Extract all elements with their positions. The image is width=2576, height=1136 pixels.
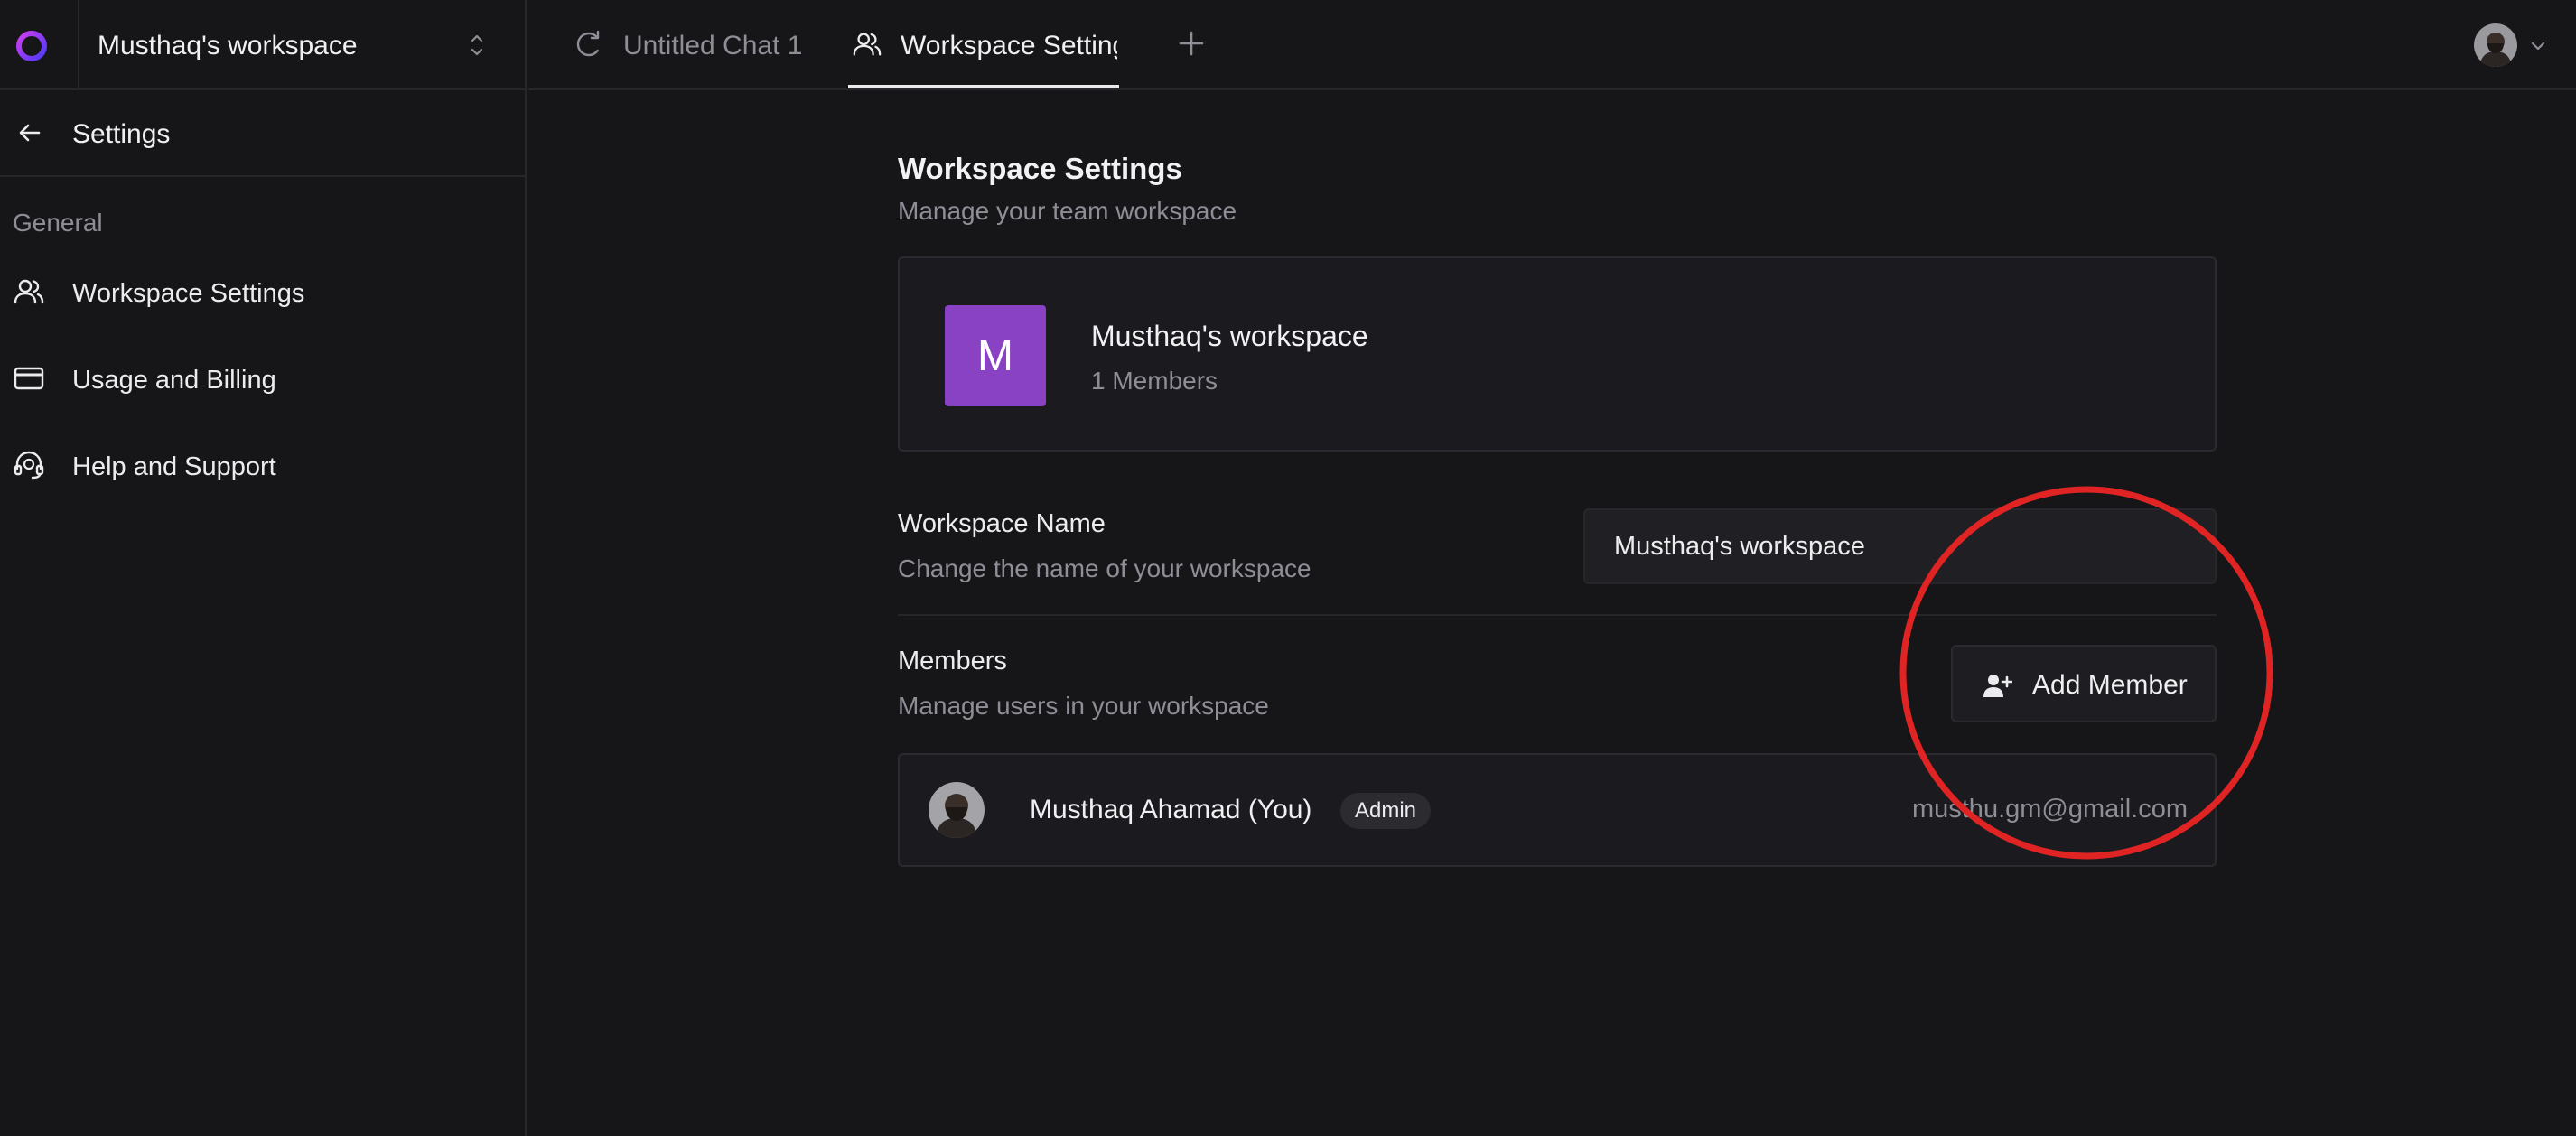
tab-label: Untitled Chat 1 — [623, 31, 803, 61]
workspace-name-input[interactable] — [1583, 508, 2217, 584]
sidebar-item-help-support[interactable]: Help and Support — [0, 431, 527, 503]
user-plus-icon — [1983, 675, 2012, 697]
members-label: Members — [898, 647, 1007, 675]
workspace-switcher[interactable]: Musthaq's workspace — [0, 0, 527, 90]
tab-bar: Untitled Chat 1 Workspace Settings — [528, 0, 2576, 90]
workspace-card-name: Musthaq's workspace — [1091, 320, 1368, 352]
workspace-name-description: Change the name of your workspace — [898, 554, 1311, 582]
app-window: Musthaq's workspace Settings General Wor… — [0, 0, 2576, 1136]
settings-title: Settings — [72, 119, 171, 149]
workspace-avatar: M — [945, 305, 1046, 406]
workspace-name: Musthaq's workspace — [98, 31, 358, 61]
members-description: Manage users in your workspace — [898, 692, 1269, 720]
add-member-label: Add Member — [2032, 670, 2188, 700]
sidebar-item-label: Workspace Settings — [72, 279, 305, 308]
page-title: Workspace Settings — [898, 152, 1182, 185]
member-name: Musthaq Ahamad (You) — [1030, 795, 1312, 824]
users-icon — [14, 279, 44, 304]
tab-untitled-chat[interactable]: Untitled Chat 1 — [574, 0, 845, 88]
workspace-card: M Musthaq's workspace 1 Members — [898, 256, 2217, 452]
credit-card-icon — [14, 367, 44, 390]
chevron-up-down-icon[interactable] — [464, 29, 490, 61]
app-logo-icon — [16, 31, 47, 61]
sidebar-item-label: Usage and Billing — [72, 366, 276, 395]
member-row: Musthaq Ahamad (You) Admin musthu.gm@gma… — [898, 753, 2217, 867]
section-divider — [898, 614, 2217, 616]
workspace-name-label: Workspace Name — [898, 509, 1106, 538]
sidebar: Musthaq's workspace Settings General Wor… — [0, 0, 527, 1136]
tab-workspace-settings[interactable]: Workspace Settings — [848, 0, 1119, 88]
plus-icon[interactable] — [1175, 27, 1208, 60]
logo-divider — [78, 0, 79, 90]
users-icon — [853, 33, 882, 56]
chat-refresh-icon — [576, 30, 600, 57]
section-label-general: General — [13, 209, 103, 237]
settings-back-button[interactable]: Settings — [0, 90, 527, 177]
member-avatar — [929, 782, 985, 838]
add-member-button[interactable]: Add Member — [1951, 645, 2217, 722]
headset-icon — [14, 451, 44, 480]
sidebar-item-usage-billing[interactable]: Usage and Billing — [0, 344, 527, 416]
tab-label: Workspace Settings — [901, 31, 1117, 61]
active-tab-indicator — [848, 85, 1119, 88]
arrow-left-icon[interactable] — [14, 117, 45, 148]
page-subtitle: Manage your team workspace — [898, 197, 1237, 225]
avatar-photo-icon — [929, 782, 985, 838]
avatar-photo-icon — [2474, 23, 2517, 67]
workspace-members-count: 1 Members — [1091, 367, 1218, 395]
chevron-down-icon[interactable] — [2528, 36, 2548, 56]
sidebar-item-workspace-settings[interactable]: Workspace Settings — [0, 257, 527, 330]
role-badge: Admin — [1340, 793, 1432, 829]
member-email: musthu.gm@gmail.com — [1911, 795, 2188, 824]
sidebar-item-label: Help and Support — [72, 452, 276, 481]
user-avatar[interactable] — [2474, 23, 2517, 67]
